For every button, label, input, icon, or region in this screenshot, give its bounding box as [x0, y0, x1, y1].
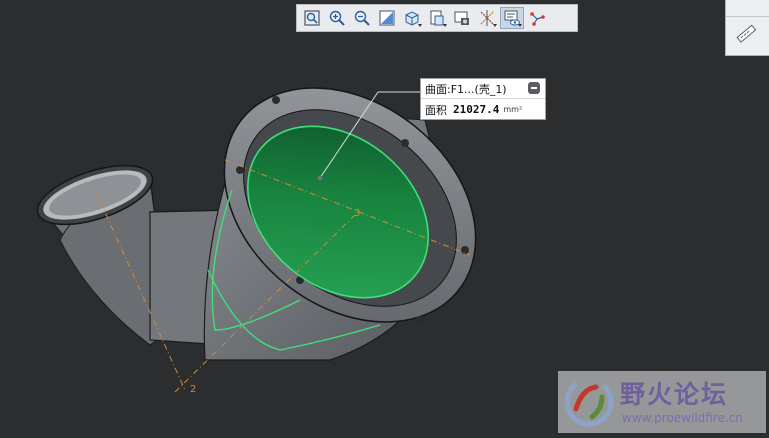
panel-divider: [726, 16, 769, 17]
forum-logo-icon: [564, 377, 614, 427]
spin-center-icon: [530, 12, 545, 26]
graphics-toolbar: [296, 4, 578, 32]
small-funnel: [36, 164, 171, 346]
zoom-fit-button[interactable]: [300, 7, 324, 29]
collapse-button[interactable]: [528, 82, 540, 94]
axis-label-3: 3: [354, 208, 360, 219]
minus-icon: [531, 87, 537, 89]
ruler-icon[interactable]: [735, 23, 757, 45]
repaint-icon: [379, 10, 395, 26]
datum-display-button[interactable]: [475, 7, 499, 29]
watermark-title: 野火论坛: [620, 380, 729, 409]
zoom-in-button[interactable]: [325, 7, 349, 29]
annotation-display-button[interactable]: [500, 7, 524, 29]
area-unit: mm²: [503, 105, 523, 114]
watermark-url: www.proewildfire.cn: [622, 411, 743, 425]
area-label: 面积: [425, 103, 447, 117]
repaint-button[interactable]: [375, 7, 399, 29]
view-manager-icon: [454, 11, 469, 25]
callout-title: 曲面:F1...(壳_1): [425, 82, 507, 96]
zoom-out-button[interactable]: [350, 7, 374, 29]
zoom-out-icon: [354, 10, 370, 26]
view-manager-button[interactable]: [450, 7, 474, 29]
callout-result-row: 面积 21027.4 mm²: [421, 99, 545, 120]
spin-center-button[interactable]: [525, 7, 549, 29]
forum-watermark: 野火论坛 www.proewildfire.cn: [558, 371, 766, 433]
measure-tool-panel: [725, 0, 769, 56]
view-orientation-button[interactable]: [400, 7, 424, 29]
area-value: 21027.4: [453, 103, 500, 116]
callout-header: 曲面:F1...(壳_1): [421, 79, 545, 99]
measure-result-callout[interactable]: 曲面:F1...(壳_1) 面积 21027.4 mm²: [420, 78, 546, 120]
zoom-in-icon: [329, 10, 345, 26]
axis-label-2: 2: [190, 384, 196, 395]
saved-views-button[interactable]: [425, 7, 449, 29]
zoom-fit-icon: [304, 10, 320, 26]
